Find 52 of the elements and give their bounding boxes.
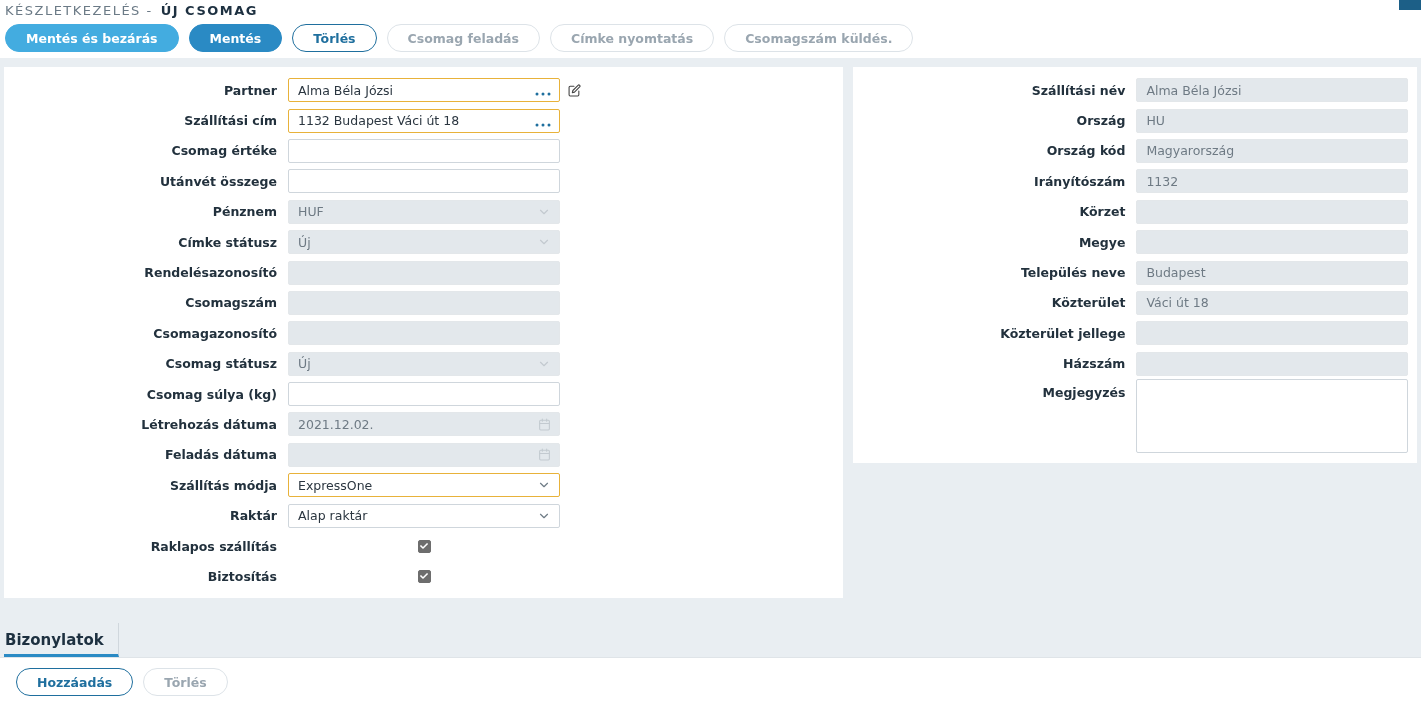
field-label: Csomag súlya (kg) <box>145 386 278 402</box>
field-label: Megye <box>1077 234 1127 250</box>
field-label: Csomagszám <box>184 295 278 311</box>
field-label: Szállítási cím <box>183 113 278 129</box>
toolbar-button[interactable]: Mentés és bezárás <box>5 24 179 52</box>
checkbox[interactable] <box>417 539 431 553</box>
select-field[interactable]: ExpressOne <box>288 473 560 498</box>
lookup-field[interactable]: Alma Béla Józsi <box>288 78 560 103</box>
edit-icon[interactable] <box>568 83 581 97</box>
field-label: Irányítószám <box>1033 173 1127 189</box>
corner-marker <box>1399 0 1421 10</box>
field-label: Raktár <box>229 508 278 524</box>
field-label: Utánvét összege <box>158 173 278 189</box>
field-label: Település neve <box>1019 265 1127 281</box>
field-label: Feladás dátuma <box>163 447 278 463</box>
calendar-icon <box>538 418 551 431</box>
checkmark-icon <box>420 542 428 551</box>
field-label: Rendelésazonosító <box>143 265 278 281</box>
checkbox[interactable] <box>417 569 431 583</box>
calendar-icon <box>538 448 551 462</box>
toolbar-button[interactable]: Mentés <box>188 24 283 52</box>
field-label: Ország kód <box>1045 143 1127 159</box>
input-field[interactable] <box>288 169 560 194</box>
toolbar-button[interactable]: Törlés <box>292 24 377 52</box>
page-title: ÚJ CSOMAG <box>160 3 258 18</box>
field-label: Partner <box>223 82 278 98</box>
field-label: Létrehozás dátuma <box>140 417 278 432</box>
field-label: Közterület jellege <box>999 325 1127 341</box>
field-label: Megjegyzés <box>1041 383 1127 400</box>
field-label: Szállítási név <box>1030 82 1127 98</box>
field-label: Közterület <box>1050 295 1127 311</box>
field-label: Házszám <box>1062 356 1127 372</box>
field-label: Szállítás módja <box>168 477 278 493</box>
field-label: Biztosítás <box>206 568 278 584</box>
lookup-field[interactable]: 1132 Budapest Váci út 18 <box>288 108 560 133</box>
field-label: Körzet <box>1078 204 1127 220</box>
field-label: Csomag státusz <box>164 356 278 372</box>
select-field[interactable]: Alap raktár <box>288 503 560 528</box>
field-label: Pénznem <box>211 204 278 220</box>
field-label: Ország <box>1075 113 1127 129</box>
toolbar-button[interactable]: Hozzáadás <box>16 668 134 696</box>
field-label: Raklapos szállítás <box>149 538 278 554</box>
checkmark-icon <box>420 572 428 581</box>
field-label: Címke státusz <box>177 234 278 250</box>
input-field[interactable] <box>288 382 560 407</box>
field-label: Csomag értéke <box>170 143 278 159</box>
field-label: Csomagazonosító <box>152 325 278 341</box>
textarea-field[interactable] <box>1136 378 1409 453</box>
ellipsis-icon[interactable] <box>535 92 551 97</box>
breadcrumb-section[interactable]: KÉSZLETKEZELÉS - <box>5 3 153 18</box>
input-field[interactable] <box>288 138 560 163</box>
ellipsis-icon[interactable] <box>535 122 551 127</box>
